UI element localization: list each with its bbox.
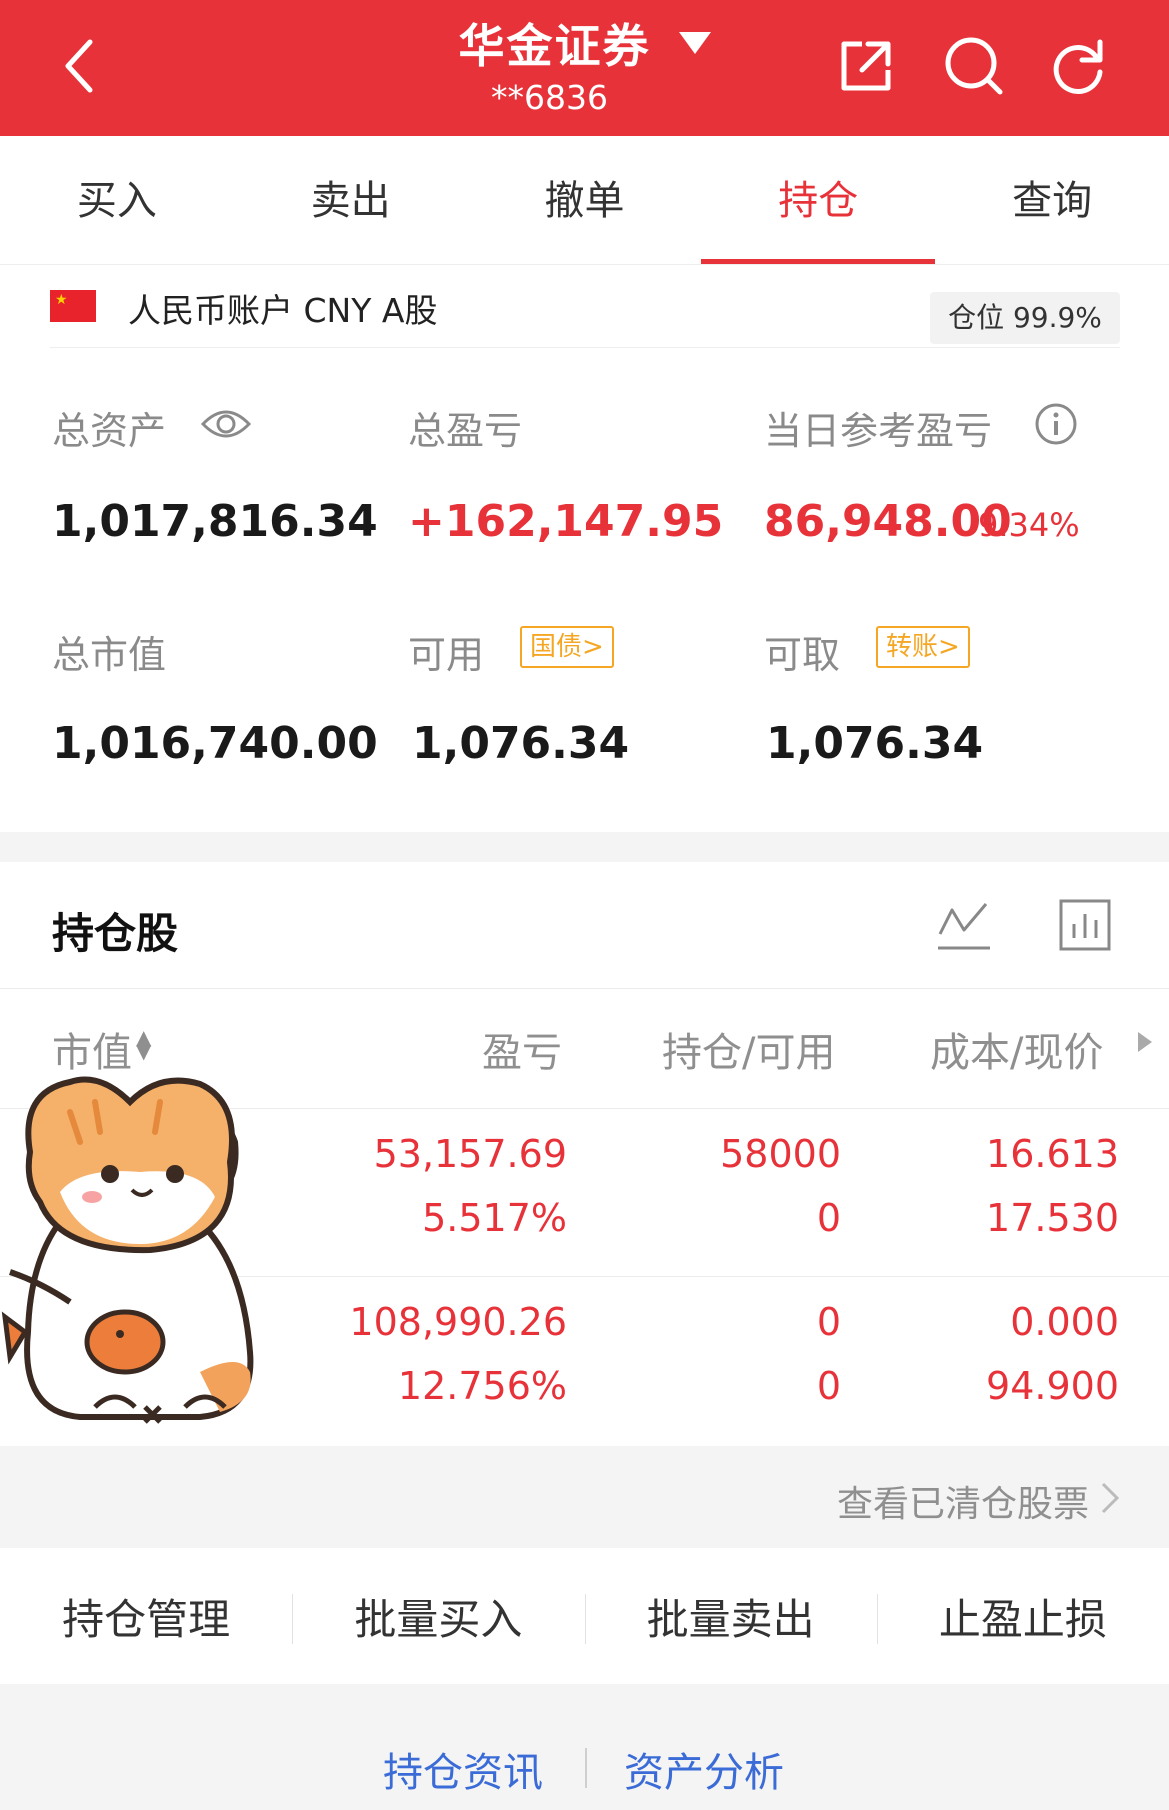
eye-icon[interactable] bbox=[200, 404, 252, 448]
treasury-bond-tag[interactable]: 国债> bbox=[520, 626, 614, 668]
row-hold: 58000 bbox=[720, 1132, 841, 1176]
transfer-tag[interactable]: 转账> bbox=[876, 626, 970, 668]
row-avail: 0 bbox=[816, 1196, 841, 1240]
china-flag-icon: ★ bbox=[50, 290, 96, 322]
divider bbox=[0, 988, 1169, 989]
chevron-right-icon bbox=[1099, 1480, 1121, 1520]
total-pl-value: +162,147.95 bbox=[408, 496, 724, 547]
take-profit-stop-loss-button[interactable]: 止盈止损 bbox=[876, 1586, 1169, 1647]
holding-news-link[interactable]: 持仓资讯 bbox=[383, 1740, 543, 1798]
withdrawable-label: 可取 bbox=[764, 633, 841, 677]
trade-tabs: 买入 卖出 撤单 持仓 查询 bbox=[0, 136, 1169, 264]
search-icon[interactable] bbox=[938, 30, 1010, 102]
tab-holdings[interactable]: 持仓 bbox=[701, 136, 935, 264]
row-pl: 108,990.26 bbox=[349, 1300, 567, 1344]
line-chart-icon[interactable] bbox=[936, 896, 992, 956]
refresh-icon[interactable] bbox=[1042, 30, 1114, 102]
row-cost: 0.000 bbox=[1010, 1300, 1119, 1344]
row-avail: 0 bbox=[816, 1364, 841, 1408]
row-pl-pct: 5.517% bbox=[422, 1196, 567, 1240]
share-icon[interactable] bbox=[830, 30, 902, 102]
day-pl-percent: 9.34% bbox=[978, 506, 1080, 544]
account-type: 人民币账户 CNY A股 bbox=[128, 291, 438, 330]
col-market-value[interactable]: 市值 ▲ ▼ bbox=[52, 1020, 151, 1078]
broker-name: 华金证券 bbox=[458, 19, 651, 73]
total-pl-label: 总盈亏 bbox=[408, 409, 523, 453]
market-value-label: 总市值 bbox=[52, 633, 167, 677]
tab-query[interactable]: 查询 bbox=[935, 136, 1169, 264]
top-bar: 华金证券 **6836 bbox=[0, 0, 1169, 136]
day-pl-label: 当日参考盈亏 bbox=[764, 409, 993, 453]
holdings-title: 持仓股 bbox=[52, 909, 179, 958]
tab-sell[interactable]: 卖出 bbox=[234, 136, 468, 264]
row-pl-pct: 12.756% bbox=[397, 1364, 567, 1408]
section-gap bbox=[0, 832, 1169, 862]
sort-icon: ▲ ▼ bbox=[136, 1025, 152, 1063]
available-value: 1,076.34 bbox=[412, 718, 630, 769]
cat-sticker bbox=[0, 1072, 290, 1452]
total-assets-label: 总资产 bbox=[52, 409, 167, 453]
col-cost-price: 成本/现价 bbox=[930, 1030, 1104, 1076]
row-price: 94.900 bbox=[986, 1364, 1119, 1408]
withdrawable-value: 1,076.34 bbox=[766, 718, 984, 769]
row-price: 17.530 bbox=[986, 1196, 1119, 1240]
row-hold: 0 bbox=[816, 1300, 841, 1344]
bar-chart-icon[interactable] bbox=[1058, 898, 1112, 956]
info-icon[interactable] bbox=[1034, 402, 1078, 450]
batch-buy-button[interactable]: 批量买入 bbox=[292, 1586, 584, 1647]
batch-sell-button[interactable]: 批量卖出 bbox=[584, 1586, 877, 1647]
tabs-divider bbox=[0, 264, 1169, 265]
total-assets-value: 1,017,816.34 bbox=[52, 496, 378, 547]
holding-actions: 持仓管理 批量买入 批量卖出 止盈止损 bbox=[0, 1548, 1169, 1684]
footer-divider bbox=[585, 1748, 587, 1788]
position-ratio-badge: 仓位 99.9% bbox=[930, 292, 1120, 344]
account-line: ★ 人民币账户 CNY A股 仓位 99.9% bbox=[50, 272, 1120, 348]
col-position-available: 持仓/可用 bbox=[662, 1030, 836, 1076]
row-pl: 53,157.69 bbox=[373, 1132, 567, 1176]
tab-cancel[interactable]: 撤单 bbox=[468, 136, 702, 264]
asset-analysis-link[interactable]: 资产分析 bbox=[624, 1740, 784, 1798]
dropdown-caret-icon bbox=[678, 32, 711, 54]
day-pl-value: 86,948.00 bbox=[764, 496, 1012, 547]
manage-holdings-button[interactable]: 持仓管理 bbox=[0, 1586, 292, 1647]
available-label: 可用 bbox=[408, 633, 485, 677]
col-profit-loss: 盈亏 bbox=[482, 1030, 562, 1076]
tab-buy[interactable]: 买入 bbox=[0, 136, 234, 264]
footer-bar bbox=[0, 1684, 1169, 1810]
market-value: 1,016,740.00 bbox=[52, 718, 378, 769]
scroll-right-icon[interactable] bbox=[1138, 1032, 1152, 1052]
cleared-stocks-link[interactable]: 查看已清仓股票 bbox=[837, 1475, 1089, 1527]
row-cost: 16.613 bbox=[986, 1132, 1119, 1176]
